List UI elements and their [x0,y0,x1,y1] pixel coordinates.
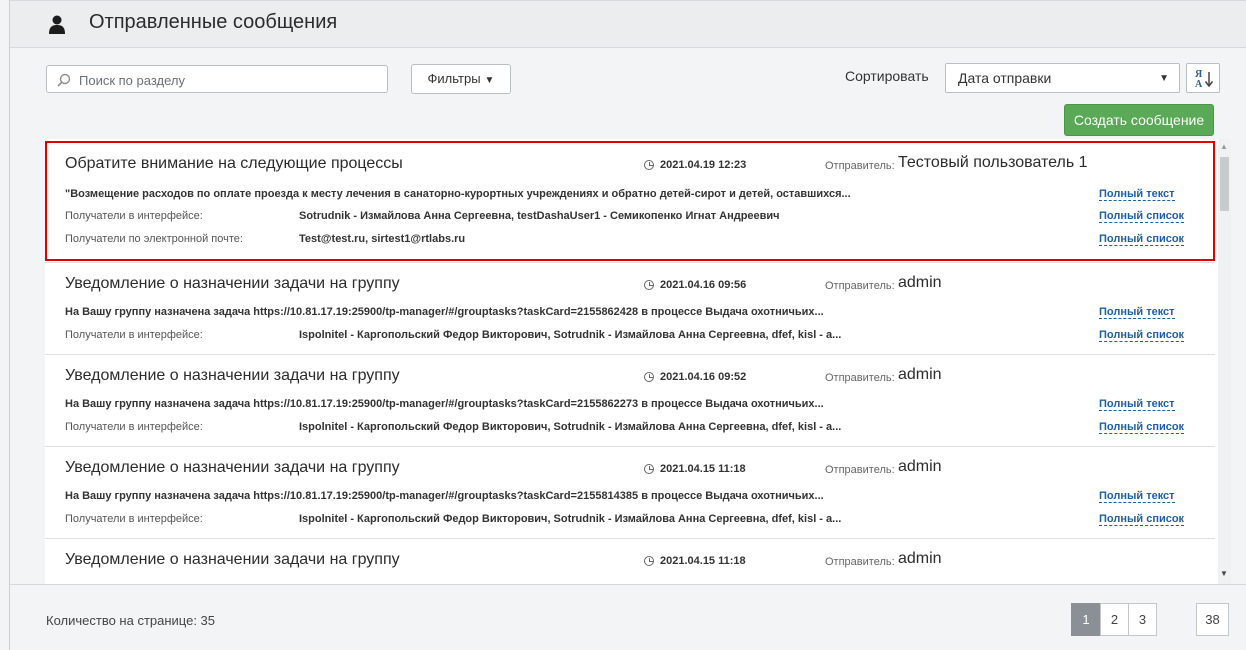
page-2-button[interactable]: 2 [1100,603,1129,636]
sort-alpha-desc-icon: Я A [1195,69,1214,90]
page-1-button[interactable]: 1 [1071,603,1101,636]
caret-down-icon: ▼ [484,75,495,86]
recipients-ui-value: Ispolnitel - Каргопольский Федор Викторо… [299,329,842,341]
message-sender: admin [898,550,942,567]
message-subject: Уведомление о назначении задачи на групп… [65,459,400,476]
full-text-link[interactable]: Полный текст [1099,398,1175,411]
message-card[interactable]: Уведомление о назначении задачи на групп… [45,263,1215,355]
search-input[interactable] [77,69,381,91]
message-sender: admin [898,274,942,291]
message-date-text: 2021.04.16 09:56 [660,279,747,291]
message-date-text: 2021.04.15 11:18 [660,555,746,567]
clock-icon [644,160,654,170]
message-sender: admin [898,458,942,475]
recipients-ui-row: Получатели в интерфейсе: Ispolnitel - Кар… [65,421,841,433]
page-header: Отправленные сообщения [10,0,1246,48]
user-icon [49,15,65,34]
message-subject: Уведомление о назначении задачи на групп… [65,275,400,292]
message-card[interactable]: Обратите внимание на следующие процессы … [45,139,1215,263]
list-scrollbar[interactable]: ▲ ▼ [1218,139,1231,584]
message-date: 2021.04.15 11:18 [644,555,746,567]
full-list-link[interactable]: Полный список [1099,329,1185,342]
recipients-ui-value: Sotrudnik - Измайлова Анна Сергеевна, te… [299,210,780,222]
recipients-ui-row: Получатели в интерфейсе: Ispolnitel - Кар… [65,513,841,525]
page-last-button[interactable]: 38 [1196,603,1229,636]
sort-label: Сортировать [845,68,929,84]
sender-label: Отправитель: [825,372,895,384]
recipients-ui-value: Ispolnitel - Каргопольский Федор Викторо… [299,513,842,525]
scroll-up-icon[interactable]: ▲ [1220,142,1228,151]
full-text-link[interactable]: Полный текст [1099,490,1175,503]
create-message-button[interactable]: Создать сообщение [1064,104,1214,136]
scroll-down-icon[interactable]: ▼ [1220,569,1228,578]
message-date-text: 2021.04.19 12:23 [660,159,747,171]
recipients-ui-value: Ispolnitel - Каргопольский Федор Викторо… [299,421,842,433]
sender-label: Отправитель: [825,280,895,292]
recipients-ui-label: Получатели в интерфейсе: [65,513,203,525]
search-box[interactable] [46,65,388,93]
message-card[interactable]: Уведомление о назначении задачи на групп… [45,355,1215,447]
recipients-email-label: Получатели по электронной почте: [65,233,243,245]
per-page-label[interactable]: Количество на странице: 35 [46,613,215,628]
svg-text:A: A [1195,79,1203,90]
page-title: Отправленные сообщения [89,11,338,33]
message-body-preview: На Вашу группу назначена задача https://… [65,398,824,410]
sender-label: Отправитель: [825,556,895,568]
message-body-preview: "Возмещение расходов по оплате проезда к… [65,188,851,200]
clock-icon [644,280,654,290]
filters-button[interactable]: Фильтры ▼ [411,64,511,94]
message-date: 2021.04.19 12:23 [644,159,746,171]
recipients-ui-label: Получатели в интерфейсе: [65,421,203,433]
scrollbar-thumb[interactable] [1220,157,1229,211]
message-card[interactable]: Уведомление о назначении задачи на групп… [45,539,1215,584]
footer-divider [10,584,1246,585]
recipients-ui-row: Получатели в интерфейсе: Sotrudnik - Изма… [65,210,780,222]
recipients-ui-label: Получатели в интерфейсе: [65,210,203,222]
message-body-preview: На Вашу группу назначена задача https://… [65,306,824,318]
recipients-email-row: Получатели по электронной почте: Test@tes… [65,233,465,245]
message-date: 2021.04.16 09:52 [644,371,746,383]
full-list-link[interactable]: Полный список [1099,421,1185,434]
recipients-ui-label: Получатели в интерфейсе: [65,329,203,341]
message-date-text: 2021.04.15 11:18 [660,463,746,475]
sender-label: Отправитель: [825,464,895,476]
full-list-email-link[interactable]: Полный список [1099,233,1185,246]
recipients-email-value: Test@test.ru, sirtest1@rtlabs.ru [299,233,466,245]
message-sender: Тестовый пользователь 1 [898,154,1088,171]
message-card[interactable]: Уведомление о назначении задачи на групп… [45,447,1215,539]
recipients-ui-row: Получатели в интерфейсе: Ispolnitel - Кар… [65,329,841,341]
message-subject: Уведомление о назначении задачи на групп… [65,551,400,568]
clock-icon [644,556,654,566]
filters-button-label: Фильтры [427,71,481,86]
sort-select-value: Дата отправки [958,70,1052,86]
message-body-preview: На Вашу группу назначена задача https://… [65,490,824,502]
sort-direction-button[interactable]: Я A [1186,63,1220,93]
full-list-link[interactable]: Полный список [1099,210,1185,223]
full-list-link[interactable]: Полный список [1099,513,1185,526]
page-3-button[interactable]: 3 [1128,603,1157,636]
full-text-link[interactable]: Полный текст [1099,306,1175,319]
sort-select[interactable]: Дата отправки ▼ [945,63,1180,93]
message-date-text: 2021.04.16 09:52 [660,371,747,383]
search-icon [57,73,71,87]
message-date: 2021.04.15 11:18 [644,463,746,475]
message-subject: Уведомление о назначении задачи на групп… [65,367,400,384]
messages-list[interactable]: Обратите внимание на следующие процессы … [45,139,1231,584]
caret-down-icon: ▼ [1159,73,1169,84]
message-subject: Обратите внимание на следующие процессы [65,155,403,172]
full-text-link[interactable]: Полный текст [1099,188,1175,201]
clock-icon [644,372,654,382]
clock-icon [644,464,654,474]
sent-messages-panel: Отправленные сообщения Фильтры▼ Сортиров… [9,0,1246,650]
message-sender: admin [898,366,942,383]
message-date: 2021.04.16 09:56 [644,279,746,291]
sender-label: Отправитель: [825,160,895,172]
